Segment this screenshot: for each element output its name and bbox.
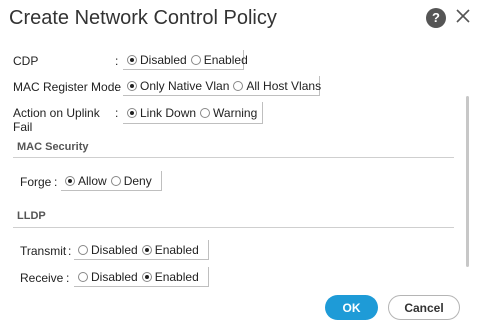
divider [13, 227, 454, 228]
receive-label: Receive [20, 271, 64, 285]
forge-colon: : [54, 175, 58, 189]
radio-button[interactable] [78, 271, 88, 282]
dialog-title: Create Network Control Policy [9, 7, 277, 29]
action-on-uplink-fail-radio-group: Link Down Warning [123, 102, 263, 124]
option-label: Allow [78, 173, 107, 188]
radio-button[interactable] [65, 175, 75, 186]
mac-register-mode-radio-group: Only Native Vlan All Host Vlans [123, 76, 321, 96]
option-label: Disabled [91, 242, 138, 257]
mac-security-heading: MAC Security [17, 141, 89, 153]
option-label: Enabled [154, 242, 199, 257]
receive-radio-group: Disabled Enabled [74, 267, 209, 287]
mac-register-mode-colon: : [115, 80, 119, 94]
receive-colon: : [66, 271, 70, 285]
radio-button[interactable] [141, 244, 152, 255]
lldp-heading: LLDP [17, 210, 46, 222]
uplink-option-link-down[interactable]: Link Down [127, 106, 196, 120]
radio-button[interactable] [127, 107, 137, 118]
forge-option-allow[interactable]: Allow [65, 174, 107, 188]
help-icon[interactable]: ? [426, 8, 446, 28]
transmit-radio-group: Disabled Enabled [74, 240, 209, 260]
transmit-option-enabled[interactable]: Enabled [141, 242, 199, 257]
option-label: Link Down [140, 105, 197, 120]
mac-register-option-all-host-vlans[interactable]: All Host Vlans [233, 79, 321, 93]
radio-button[interactable] [110, 175, 121, 186]
radio-button[interactable] [78, 244, 88, 255]
receive-option-disabled[interactable]: Disabled [78, 270, 138, 284]
cdp-radio-group: Disabled Enabled [123, 50, 248, 70]
mac-register-mode-label: MAC Register Mode [13, 80, 122, 94]
option-label: Enabled [203, 52, 248, 67]
cdp-colon: : [115, 54, 119, 68]
option-label: Enabled [154, 269, 199, 284]
mac-register-option-only-native-vlan[interactable]: Only Native Vlan [127, 79, 229, 93]
divider [13, 157, 454, 158]
option-label: Disabled [91, 269, 138, 284]
forge-radio-group: Allow Deny [61, 171, 162, 191]
action-on-uplink-fail-colon: : [115, 106, 119, 120]
radio-button[interactable] [200, 107, 211, 118]
radio-button[interactable] [233, 80, 244, 91]
receive-option-enabled[interactable]: Enabled [141, 269, 199, 284]
cdp-option-enabled[interactable]: Enabled [190, 52, 248, 67]
action-on-uplink-fail-label: Action on Uplink Fail [13, 106, 100, 134]
option-label: Disabled [140, 52, 187, 67]
forge-option-deny[interactable]: Deny [110, 173, 152, 188]
radio-button[interactable] [190, 54, 201, 65]
cdp-label: CDP [13, 54, 39, 68]
transmit-label: Transmit [20, 244, 67, 258]
transmit-colon: : [68, 244, 72, 258]
close-icon[interactable] [453, 6, 473, 26]
option-label: All Host Vlans [246, 78, 322, 93]
option-label: Warning [213, 105, 258, 120]
forge-label: Forge [20, 175, 52, 189]
radio-button[interactable] [127, 54, 137, 65]
ok-button[interactable]: OK [325, 295, 378, 320]
radio-button[interactable] [127, 80, 137, 91]
transmit-option-disabled[interactable]: Disabled [78, 243, 138, 257]
option-label: Deny [123, 173, 152, 188]
uplink-option-warning[interactable]: Warning [200, 106, 257, 120]
option-label: Only Native Vlan [140, 78, 230, 93]
cancel-button[interactable]: Cancel [388, 295, 460, 320]
vertical-scrollbar[interactable] [466, 96, 469, 267]
cdp-option-disabled[interactable]: Disabled [127, 53, 187, 67]
radio-button[interactable] [141, 271, 152, 282]
